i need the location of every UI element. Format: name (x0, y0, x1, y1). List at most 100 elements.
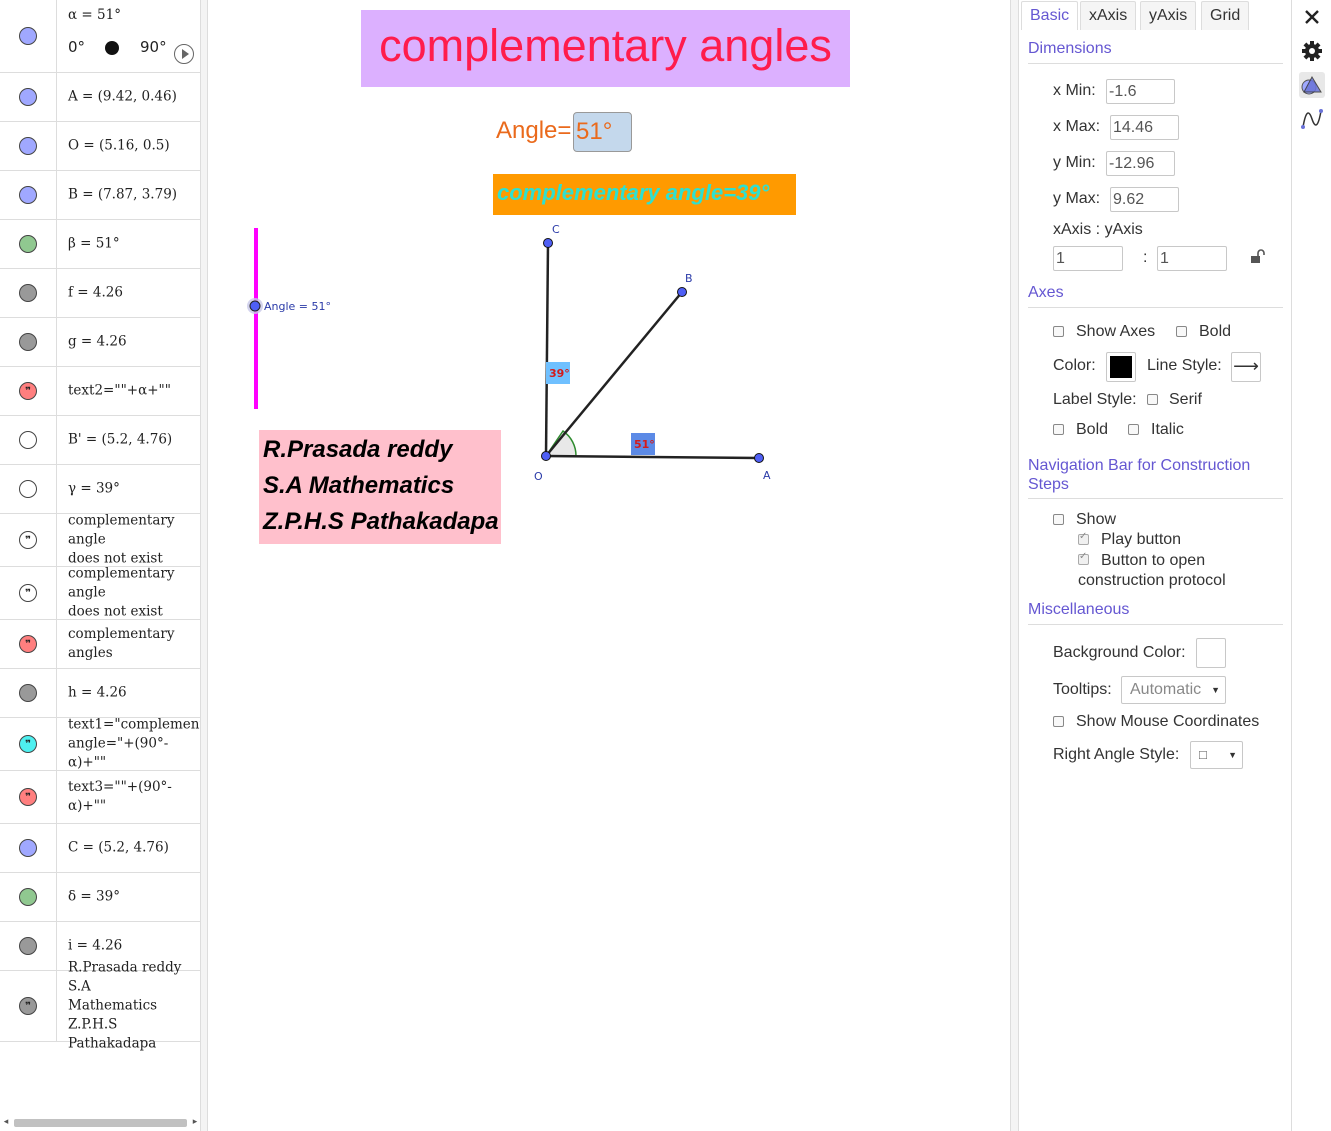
xmin-field[interactable]: -1.6 (1106, 79, 1175, 104)
algebra-definition[interactable]: γ = 39° (68, 480, 200, 499)
algebra-row[interactable]: B = (7.87, 3.79) (0, 171, 200, 220)
algebra-definition[interactable]: O = (5.16, 0.5) (68, 137, 200, 156)
algebra-row[interactable]: ❞ complementary angles (0, 620, 200, 669)
ymin-field[interactable]: -12.96 (1106, 151, 1175, 176)
play-icon[interactable] (174, 44, 194, 64)
scroll-right-icon[interactable]: ▸ (189, 1116, 200, 1128)
graphics-style-icon[interactable] (1299, 72, 1325, 98)
point-c[interactable] (543, 238, 553, 248)
view-splitter-right[interactable] (1010, 0, 1019, 1131)
visibility-marble[interactable] (19, 137, 37, 155)
function-curve-icon[interactable] (1299, 106, 1325, 132)
point-a[interactable] (754, 453, 764, 463)
gear-icon[interactable] (1299, 38, 1325, 64)
quote-icon[interactable]: ❞ (19, 584, 37, 602)
visibility-marble[interactable] (19, 937, 37, 955)
play-button-checkbox[interactable] (1078, 531, 1089, 545)
axes-color-button[interactable] (1106, 352, 1136, 382)
background-color-button[interactable] (1196, 638, 1226, 668)
quote-icon[interactable]: ❞ (19, 635, 37, 653)
scroll-left-icon[interactable]: ◂ (0, 1116, 12, 1128)
algebra-horizontal-scrollbar[interactable]: ◂ ▸ (0, 1116, 200, 1128)
xmax-field[interactable]: 14.46 (1110, 115, 1179, 140)
algebra-definition[interactable]: complementary angle does not exist (68, 512, 200, 569)
show-mouse-coords-checkbox[interactable] (1053, 716, 1064, 727)
segment-oa[interactable] (545, 454, 760, 460)
algebra-row[interactable]: ❞ text2=""+α+"" (0, 367, 200, 416)
view-splitter-left[interactable] (201, 0, 208, 1131)
algebra-row[interactable]: β = 51° (0, 220, 200, 269)
label-bold-checkbox[interactable] (1053, 424, 1064, 435)
algebra-row[interactable]: ❞ text1="complementary angle="+(90°-α)+"" (0, 716, 200, 773)
algebra-row[interactable]: γ = 39° (0, 465, 200, 514)
algebra-definition[interactable]: complementary angles (68, 625, 200, 663)
tab-basic[interactable]: Basic (1021, 1, 1079, 30)
quote-icon[interactable]: ❞ (19, 735, 37, 753)
algebra-definition[interactable]: B = (7.87, 3.79) (68, 186, 200, 205)
italic-checkbox[interactable] (1128, 424, 1139, 435)
algebra-row[interactable]: B' = (5.2, 4.76) (0, 416, 200, 465)
algebra-row[interactable]: O = (5.16, 0.5) (0, 122, 200, 171)
slider-handle[interactable] (105, 41, 119, 55)
close-icon[interactable] (1299, 4, 1325, 30)
visibility-marble[interactable] (19, 88, 37, 106)
algebra-definition[interactable]: i = 4.26 (68, 937, 200, 956)
quote-icon[interactable]: ❞ (19, 788, 37, 806)
scrollbar-thumb[interactable] (14, 1119, 187, 1127)
quote-icon[interactable]: ❞ (19, 382, 37, 400)
axes-bold-checkbox[interactable] (1176, 326, 1187, 337)
visibility-marble[interactable] (19, 186, 37, 204)
algebra-definition[interactable]: text1="complementary angle="+(90°-α)+"" (68, 716, 200, 773)
algebra-row[interactable]: h = 4.26 (0, 669, 200, 718)
visibility-marble[interactable] (19, 839, 37, 857)
algebra-definition[interactable]: text3=""+(90°- α)+"" (68, 778, 200, 816)
segment-oc[interactable] (544, 242, 550, 457)
visibility-marble[interactable] (19, 27, 37, 45)
algebra-definition[interactable]: A = (9.42, 0.46) (68, 88, 200, 107)
ratio-y-field[interactable]: 1 (1157, 246, 1227, 271)
algebra-row[interactable]: g = 4.26 (0, 318, 200, 367)
algebra-definition[interactable]: β = 51° (68, 235, 200, 254)
algebra-row[interactable]: A = (9.42, 0.46) (0, 73, 200, 122)
visibility-marble[interactable] (19, 235, 37, 253)
ratio-x-field[interactable]: 1 (1053, 246, 1123, 271)
graphics-view[interactable]: Angle = 51° 39° 51° C B O A complementar… (208, 0, 1010, 1131)
algebra-row[interactable]: f = 4.26 (0, 269, 200, 318)
angle-input-field[interactable]: 51° (573, 112, 632, 152)
algebra-definition[interactable]: text2=""+α+"" (68, 382, 200, 401)
algebra-definition[interactable]: δ = 39° (68, 888, 200, 907)
tooltips-select[interactable]: Automatic ▼ (1121, 676, 1226, 704)
geometry-canvas[interactable]: Angle = 51° 39° 51° C B O A (208, 0, 1010, 1131)
author-text[interactable]: R.Prasada reddy S.A Mathematics Z.P.H.S … (259, 430, 501, 544)
visibility-marble[interactable] (19, 431, 37, 449)
visibility-marble[interactable] (19, 284, 37, 302)
visibility-marble[interactable] (19, 333, 37, 351)
tab-yaxis[interactable]: yAxis (1140, 1, 1197, 30)
point-b[interactable] (677, 287, 687, 297)
visibility-marble[interactable] (19, 888, 37, 906)
serif-checkbox[interactable] (1147, 394, 1158, 405)
visibility-marble[interactable] (19, 480, 37, 498)
algebra-row[interactable]: ❞ complementary angle does not exist (0, 512, 200, 569)
algebra-row[interactable]: ❞ R.Prasada reddy S.A Mathematics Z.P.H.S… (0, 960, 200, 1052)
right-angle-style-select[interactable]: □ ▼ (1190, 741, 1243, 769)
ymax-field[interactable]: 9.62 (1110, 187, 1179, 212)
point-o[interactable] (541, 451, 551, 461)
algebra-row[interactable]: ❞ text3=""+(90°- α)+"" (0, 771, 200, 824)
algebra-row[interactable]: C = (5.2, 4.76) (0, 824, 200, 873)
algebra-definition[interactable]: B' = (5.2, 4.76) (68, 431, 200, 450)
algebra-slider[interactable]: 0° 90° (68, 38, 178, 56)
algebra-definition[interactable]: C = (5.2, 4.76) (68, 839, 200, 858)
tab-xaxis[interactable]: xAxis (1080, 1, 1137, 30)
show-axes-checkbox[interactable] (1053, 326, 1064, 337)
algebra-row[interactable]: δ = 39° (0, 873, 200, 922)
algebra-definition[interactable]: g = 4.26 (68, 333, 200, 352)
navbar-show-checkbox[interactable] (1053, 514, 1064, 525)
visibility-marble[interactable] (19, 684, 37, 702)
complementary-angle-text[interactable]: complementary angle=39° (493, 174, 796, 215)
tab-grid[interactable]: Grid (1201, 1, 1250, 30)
algebra-definition[interactable]: complementary angle does not exist (68, 565, 200, 622)
quote-icon[interactable]: ❞ (19, 531, 37, 549)
algebra-definition[interactable]: h = 4.26 (68, 684, 200, 703)
title-text[interactable]: complementary angles (361, 10, 850, 87)
